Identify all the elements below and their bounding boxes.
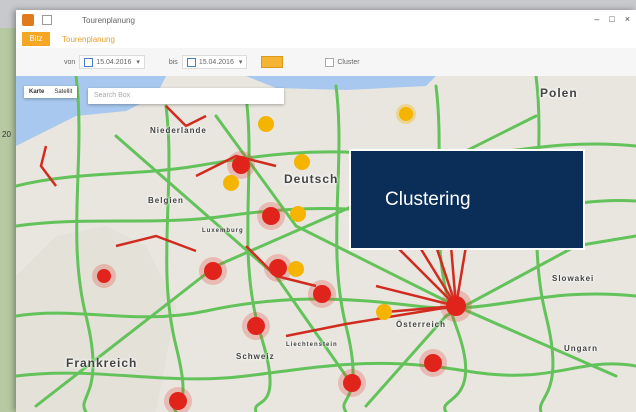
to-date-picker[interactable]: 15.04.2016 ▾	[181, 55, 248, 69]
chevron-down-icon: ▾	[238, 59, 243, 66]
filter-toolbar: von 15.04.2016 ▾ bis 15.04.2016 ▾ Cluste…	[16, 48, 636, 76]
calendar-icon	[84, 57, 94, 67]
label-niederlande: Niederlande	[150, 126, 207, 135]
label-liechtenstein: Liechtenstein	[286, 342, 338, 348]
background-label: 20	[2, 130, 11, 139]
tab-tourenplanung[interactable]: Tourenplanung	[62, 35, 115, 44]
clustering-callout: Clustering	[349, 149, 585, 250]
to-date-value: 15.04.2016	[198, 58, 234, 66]
label-slowakei: Slowakei	[552, 274, 595, 283]
app-window: Tourenplanung – □ × Bitz Tourenplanung v…	[16, 10, 636, 412]
chevron-down-icon: ▾	[136, 59, 140, 66]
from-label: von	[64, 58, 76, 66]
minimize-button[interactable]: –	[594, 14, 599, 24]
label-polen: Polen	[540, 86, 578, 100]
label-luxemburg: Luxemburg	[202, 228, 244, 234]
title-bar: Tourenplanung – □ ×	[16, 10, 636, 30]
map-type-satellit[interactable]: Satellit	[49, 86, 77, 98]
label-ungarn: Ungarn	[564, 344, 598, 353]
cluster-checkbox[interactable]	[325, 57, 335, 67]
map-view[interactable]: Karte Satellit Search Box Polen Niederla…	[16, 76, 636, 412]
apply-button[interactable]	[261, 56, 284, 68]
label-oesterreich: Österreich	[396, 320, 447, 329]
maximize-button[interactable]: □	[609, 14, 614, 24]
map-type-control: Karte Satellit	[24, 86, 78, 98]
region-area	[16, 226, 176, 412]
window-title: Tourenplanung	[82, 15, 135, 25]
quick-access-icon[interactable]	[42, 15, 52, 25]
app-icon	[22, 14, 34, 26]
label-frankreich: Frankreich	[66, 356, 138, 370]
map-type-karte[interactable]: Karte	[24, 86, 49, 98]
label-deutschland: Deutsch	[284, 172, 339, 186]
label-schweiz: Schweiz	[236, 352, 275, 361]
calendar-icon	[186, 57, 196, 67]
to-label: bis	[168, 58, 178, 66]
file-tab[interactable]: Bitz	[22, 32, 50, 46]
label-belgien: Belgien	[148, 196, 184, 205]
cluster-label: Cluster	[337, 58, 360, 66]
close-button[interactable]: ×	[625, 14, 630, 24]
callout-text: Clustering	[385, 188, 471, 210]
from-date-picker[interactable]: 15.04.2016 ▾	[79, 55, 145, 69]
map-search-input[interactable]: Search Box	[88, 88, 284, 104]
from-date-value: 15.04.2016	[96, 58, 132, 66]
ribbon-tabs: Bitz Tourenplanung	[16, 30, 636, 49]
window-controls: – □ ×	[594, 14, 630, 24]
